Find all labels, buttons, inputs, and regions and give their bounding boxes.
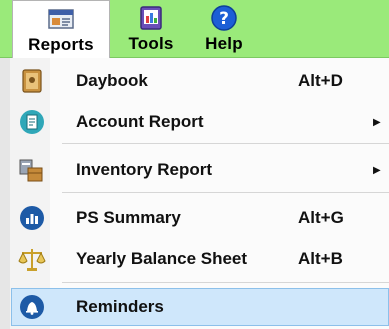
daybook-icon xyxy=(18,67,46,95)
shortcut-label: Alt+B xyxy=(298,249,343,268)
window-left-edge xyxy=(0,58,10,329)
submenu-arrow-icon: ▶ xyxy=(373,116,381,128)
reminders-bell-icon xyxy=(18,293,46,321)
shortcut-label: Alt+D xyxy=(298,71,343,90)
account-report-icon xyxy=(18,108,46,136)
tab-reports[interactable]: Reports xyxy=(12,0,110,58)
tab-help-label: Help xyxy=(205,34,243,53)
menu-bar: Reports Tools ? Help xyxy=(0,0,389,58)
menu-item-label: PS Summary xyxy=(76,208,181,227)
svg-text:?: ? xyxy=(219,9,229,29)
menu-item-account-report[interactable]: Account Report ▶ xyxy=(12,103,389,141)
tools-icon xyxy=(136,4,166,32)
menu-item-yearly-balance-sheet[interactable]: Yearly Balance Sheet Alt+B xyxy=(12,240,389,278)
submenu-arrow-icon: ▶ xyxy=(373,164,381,176)
menu-separator xyxy=(62,143,389,144)
menu-item-inventory-report[interactable]: Inventory Report ▶ xyxy=(12,151,389,189)
menu-separator xyxy=(62,282,389,283)
tab-tools-label: Tools xyxy=(128,34,174,53)
tab-reports-label: Reports xyxy=(28,35,94,54)
tab-help[interactable]: ? Help xyxy=(195,0,253,58)
menu-separator xyxy=(62,192,389,193)
menu-item-label: Daybook xyxy=(76,71,148,90)
menu-item-ps-summary[interactable]: PS Summary Alt+G xyxy=(12,199,389,237)
shortcut-label: Alt+G xyxy=(298,208,344,227)
balance-scale-icon xyxy=(18,245,46,273)
menu-item-label: Reminders xyxy=(76,297,164,316)
help-icon: ? xyxy=(209,4,239,32)
menu-item-label: Yearly Balance Sheet xyxy=(76,249,248,268)
reports-icon xyxy=(46,5,76,33)
inventory-report-icon xyxy=(18,156,46,184)
menu-item-daybook[interactable]: Daybook Alt+D xyxy=(12,62,389,100)
menu-item-reminders[interactable]: Reminders xyxy=(11,288,389,326)
menu-item-label: Account Report xyxy=(76,112,204,131)
tab-tools[interactable]: Tools xyxy=(122,0,180,58)
menu-item-label: Inventory Report xyxy=(76,160,213,179)
ps-summary-icon xyxy=(18,204,46,232)
